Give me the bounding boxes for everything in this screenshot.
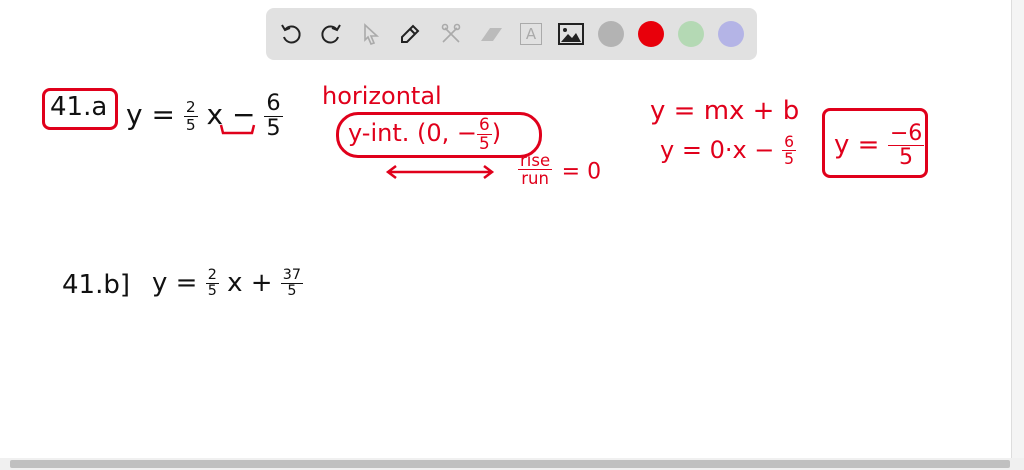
- horizontal-scrollbar[interactable]: [0, 458, 1024, 470]
- underbrace: [219, 124, 256, 135]
- undo-icon[interactable]: [277, 20, 305, 48]
- problem-a-label: 41.a: [50, 92, 108, 122]
- text-icon[interactable]: A: [517, 20, 545, 48]
- color-red[interactable]: [638, 21, 664, 47]
- note-rise-run: rise run = 0: [518, 151, 602, 189]
- image-icon[interactable]: [557, 20, 585, 48]
- pencil-icon[interactable]: [396, 20, 424, 48]
- note-mxb: y = mx + b: [650, 96, 800, 126]
- note-horizontal: horizontal: [322, 82, 442, 110]
- color-green[interactable]: [678, 21, 704, 47]
- color-purple[interactable]: [718, 21, 744, 47]
- toolbar: A: [266, 8, 757, 60]
- eraser-icon[interactable]: [477, 20, 505, 48]
- double-arrow: [385, 165, 495, 179]
- answer-a: y = −6 5: [834, 120, 925, 171]
- equation-b: y = 25 x + 37 5: [152, 267, 303, 299]
- note-substitution: y = 0·x − 65: [660, 133, 796, 169]
- horizontal-scroll-thumb[interactable]: [10, 460, 1010, 468]
- pointer-icon[interactable]: [357, 20, 385, 48]
- redo-icon[interactable]: [317, 20, 345, 48]
- tools-icon[interactable]: [437, 20, 465, 48]
- color-gray[interactable]: [598, 21, 624, 47]
- note-yint: y-int. (0, −6 5): [348, 114, 502, 153]
- problem-b-label: 41.b]: [62, 270, 130, 300]
- vertical-scrollbar[interactable]: [1011, 0, 1024, 458]
- equation-a: y = 25 x − 65: [126, 90, 283, 141]
